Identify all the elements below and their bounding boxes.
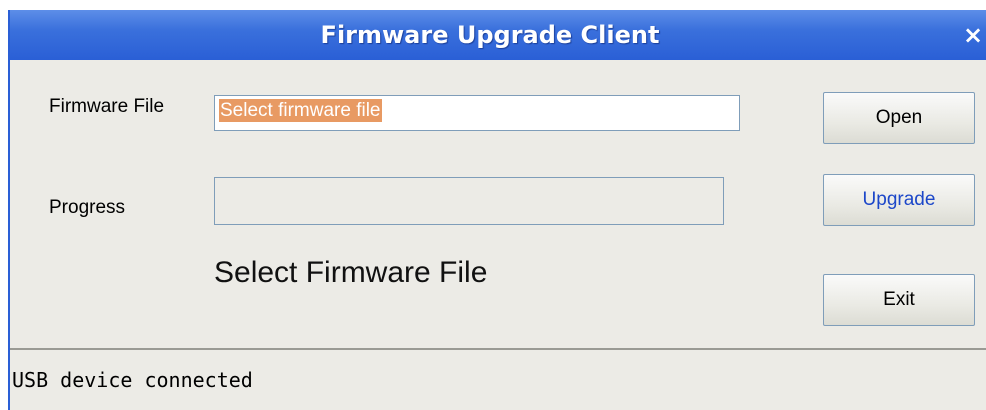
- upgrade-button[interactable]: Upgrade: [823, 174, 975, 226]
- firmware-upgrade-window: Firmware Upgrade Client × Firmware File …: [8, 10, 986, 410]
- firmware-file-value: Select firmware file: [219, 99, 382, 122]
- status-bar: USB device connected: [10, 348, 986, 410]
- window-title: Firmware Upgrade Client: [320, 21, 660, 49]
- firmware-file-label: Firmware File: [49, 96, 165, 117]
- open-button[interactable]: Open: [823, 92, 975, 144]
- close-icon[interactable]: ×: [962, 20, 984, 50]
- progress-label: Progress: [49, 197, 126, 218]
- status-message: Select Firmware File: [214, 256, 488, 289]
- title-bar[interactable]: Firmware Upgrade Client ×: [10, 10, 986, 60]
- firmware-file-field[interactable]: Select firmware file: [214, 95, 740, 131]
- progress-bar: [214, 177, 724, 225]
- exit-button[interactable]: Exit: [823, 274, 975, 326]
